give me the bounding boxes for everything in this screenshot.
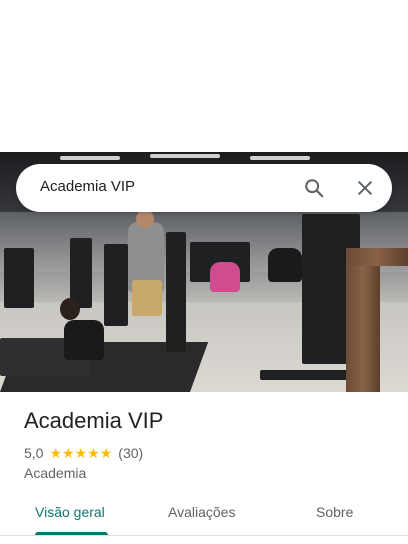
wood-post (346, 254, 380, 392)
person (210, 262, 240, 292)
map-blank-area (0, 0, 408, 152)
gym-rower (260, 370, 350, 380)
gym-machine (4, 248, 34, 308)
star-icon: ★ (62, 445, 75, 461)
gym-machine (70, 238, 92, 308)
person-head (60, 298, 80, 320)
wood-beam (346, 248, 408, 266)
ceiling-light (150, 154, 220, 158)
rating-row[interactable]: 5,0 ★ ★ ★ ★ ★ (30) (24, 444, 143, 462)
place-title: Academia VIP (24, 408, 164, 433)
person (64, 320, 104, 360)
tab-overview[interactable]: Visão geral (35, 504, 105, 520)
place-category: Academia (24, 465, 87, 481)
ceiling-light (250, 156, 310, 160)
star-icon: ★ (87, 445, 100, 461)
close-icon[interactable] (351, 174, 379, 202)
ceiling-light (60, 156, 120, 160)
rating-value: 5,0 (24, 445, 44, 461)
person-head (136, 210, 154, 228)
gym-machine (166, 232, 186, 352)
person (268, 248, 302, 282)
gym-machine (104, 244, 128, 326)
person (132, 280, 162, 316)
search-icon[interactable] (300, 174, 328, 202)
star-icon: ★ (99, 445, 113, 461)
place-tabs: Visão geral Avaliações Sobre (0, 496, 408, 536)
tabs-divider (0, 535, 408, 536)
search-bar[interactable]: Academia VIP (16, 164, 392, 212)
review-count[interactable]: (30) (118, 445, 143, 461)
tab-about[interactable]: Sobre (316, 504, 353, 520)
rating-stars: ★ ★ ★ ★ ★ (49, 446, 112, 460)
star-icon: ★ (74, 445, 88, 461)
tab-reviews[interactable]: Avaliações (168, 504, 235, 520)
search-input[interactable]: Academia VIP (40, 178, 135, 195)
star-icon: ★ (49, 445, 63, 461)
